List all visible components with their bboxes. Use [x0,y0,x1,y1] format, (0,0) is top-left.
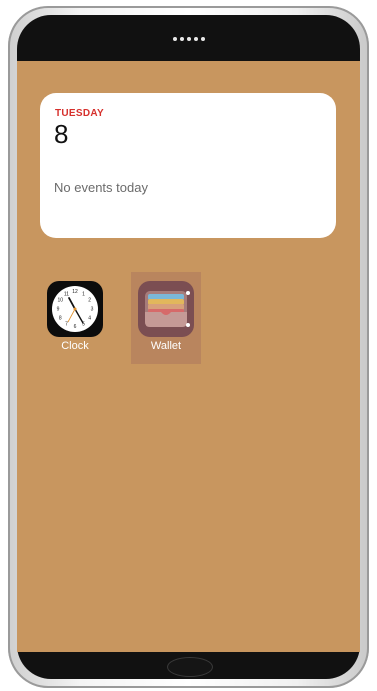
svg-text:1: 1 [82,291,85,297]
svg-text:8: 8 [59,316,62,322]
clock-icon: 12 1 2 3 4 5 6 7 8 9 10 11 [47,281,103,337]
svg-text:11: 11 [64,291,69,297]
svg-text:6: 6 [74,324,77,330]
top-bezel [17,15,360,61]
svg-text:3: 3 [91,307,94,313]
widget-day-number: 8 [54,119,69,149]
phone-bezel: TUESDAY 8 No events today 12 1 2 3 4 5 6… [17,15,360,679]
home-screen: TUESDAY 8 No events today 12 1 2 3 4 5 6… [17,61,360,652]
widget-events-message: No events today [54,180,148,195]
app-label-wallet: Wallet [150,340,182,352]
svg-text:4: 4 [88,316,91,322]
svg-text:9: 9 [57,307,60,313]
app-clock[interactable]: 12 1 2 3 4 5 6 7 8 9 10 11 Clock [40,272,110,364]
wallet-icon [138,281,194,337]
app-wallet[interactable]: Wallet [131,272,201,364]
speaker-grille [172,37,205,41]
phone-frame: TUESDAY 8 No events today 12 1 2 3 4 5 6… [8,6,369,688]
bottom-bezel [17,652,360,679]
calendar-widget[interactable]: TUESDAY 8 No events today [40,93,336,238]
svg-text:2: 2 [88,298,91,304]
svg-text:12: 12 [72,289,78,295]
home-button[interactable] [167,657,213,677]
svg-text:7: 7 [65,322,68,328]
svg-text:10: 10 [58,298,64,304]
app-label-clock: Clock [61,340,89,352]
widget-weekday: TUESDAY [55,108,104,119]
